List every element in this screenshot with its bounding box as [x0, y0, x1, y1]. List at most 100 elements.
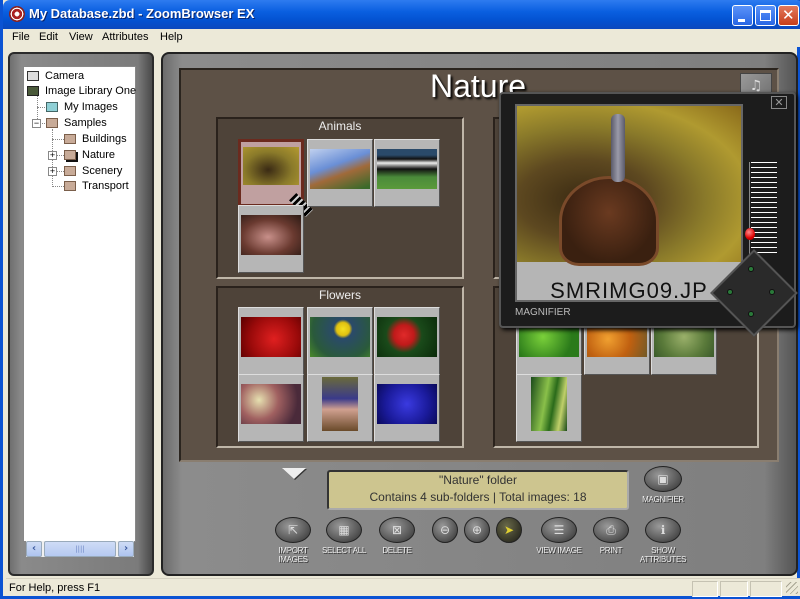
expand-expander[interactable]: +: [48, 167, 57, 176]
tree-item-scenery[interactable]: + Scenery: [48, 164, 128, 179]
thumbnail-mixed-flowers[interactable]: [238, 374, 304, 442]
zoom-in-button[interactable]: ⊕: [464, 517, 490, 543]
thumbnail-image: [241, 215, 301, 255]
camera-icon: [27, 71, 39, 81]
tree-item-nature[interactable]: + Nature: [48, 148, 128, 163]
magnifier-filename: SMRIMG09.JP: [550, 278, 708, 302]
thumbnail-pigs[interactable]: [238, 205, 304, 273]
nav-left-button[interactable]: [727, 289, 733, 295]
turtle-shell: [559, 176, 659, 266]
minimize-icon: [738, 19, 745, 22]
zoom-out-icon: ⊖: [439, 523, 451, 537]
select-all-button[interactable]: ▦: [326, 517, 362, 543]
magnifier-button[interactable]: ▣: [644, 466, 682, 492]
folder-info-display: "Nature" folder Contains 4 sub-folders |…: [327, 470, 629, 510]
thumbnail-image: [310, 149, 370, 189]
tree-item-label: Buildings: [82, 133, 127, 145]
view-image-icon: ☰: [553, 523, 565, 537]
thumbnail-red-flower[interactable]: [374, 307, 440, 375]
show-attributes-button[interactable]: ℹ: [645, 517, 681, 543]
app-window: My Database.zbd - ZoomBrowser EX ✕ File …: [0, 0, 800, 599]
window-title: My Database.zbd - ZoomBrowser EX: [29, 6, 255, 21]
thumbnail-cow[interactable]: [374, 139, 440, 207]
title-bar[interactable]: My Database.zbd - ZoomBrowser EX ✕: [3, 0, 800, 29]
collapse-expander[interactable]: −: [32, 119, 41, 128]
nav-right-button[interactable]: [769, 289, 775, 295]
select-all-label: SELECT ALL: [322, 546, 366, 555]
zoom-slider[interactable]: [751, 162, 777, 254]
zoom-slider-track: [749, 162, 750, 254]
collapse-arrow-icon[interactable]: [282, 468, 306, 479]
folder-icon: [64, 166, 76, 176]
info-folder-summary: Contains 4 sub-folders | Total images: 1…: [369, 490, 587, 504]
pointer-icon: ➤: [503, 523, 515, 537]
zoom-in-icon: ⊕: [471, 523, 483, 537]
delete-button[interactable]: ⊠: [379, 517, 415, 543]
status-bar: For Help, press F1: [6, 578, 800, 597]
maximize-icon: [760, 10, 771, 21]
print-button[interactable]: ⎙: [593, 517, 629, 543]
folder-icon: [46, 102, 58, 112]
select-all-icon: ▦: [338, 523, 350, 537]
magnifier-close-button[interactable]: ✕: [771, 96, 787, 109]
thumbnail-yellow-flower[interactable]: [307, 307, 373, 375]
nav-up-button[interactable]: [748, 266, 754, 272]
import-images-label: IMPORT IMAGES: [271, 546, 315, 564]
info-icon: ℹ: [660, 523, 666, 537]
scroll-right-button[interactable]: ›: [118, 541, 134, 557]
menu-edit[interactable]: Edit: [39, 31, 58, 43]
tree-line: [52, 139, 64, 140]
status-pane: [750, 581, 782, 597]
thumbnail-image: [243, 147, 299, 185]
expand-expander[interactable]: +: [48, 151, 57, 160]
thumbnail-red-rose[interactable]: [238, 307, 304, 375]
view-image-button[interactable]: ☰: [541, 517, 577, 543]
library-icon: [27, 86, 39, 96]
thumbnail-image: [377, 149, 437, 189]
thumbnail-image: [377, 317, 437, 357]
magnified-image: [517, 106, 741, 266]
tree-horizontal-scrollbar[interactable]: ‹ |||| ›: [26, 541, 134, 557]
label-line: IMPORT: [278, 546, 308, 555]
menu-help[interactable]: Help: [160, 31, 183, 43]
minimize-button[interactable]: [732, 5, 753, 26]
resize-grip[interactable]: [786, 582, 798, 594]
thumbnail-bouquet[interactable]: [307, 374, 373, 442]
pointer-tool-button[interactable]: ➤: [496, 517, 522, 543]
close-button[interactable]: ✕: [778, 5, 799, 26]
magnifier-label: MAGNIFIER: [515, 307, 571, 318]
status-pane: [692, 581, 718, 597]
group-label: Flowers: [318, 288, 361, 302]
turtle-neck: [611, 114, 625, 182]
scroll-thumb[interactable]: ||||: [44, 541, 116, 557]
tree-item-samples[interactable]: − Samples: [32, 116, 132, 131]
status-text: For Help, press F1: [9, 582, 101, 594]
status-pane: [720, 581, 748, 597]
info-folder-name: "Nature" folder: [439, 473, 517, 487]
scroll-left-button[interactable]: ‹: [26, 541, 42, 557]
app-logo-icon: [9, 6, 25, 22]
zoom-out-button[interactable]: ⊖: [432, 517, 458, 543]
magnifier-button-label: MAGNIFIER: [642, 495, 684, 504]
label-line: ATTRIBUTES: [639, 555, 687, 564]
tree-item-label: Scenery: [82, 165, 123, 177]
menu-view[interactable]: View: [69, 31, 93, 43]
delete-label: DELETE: [382, 546, 412, 555]
thumbnail-image: [310, 317, 370, 357]
folder-icon: [46, 118, 58, 128]
delete-icon: ⊠: [391, 523, 403, 537]
maximize-button[interactable]: [755, 5, 776, 26]
menu-attributes[interactable]: Attributes: [102, 31, 148, 43]
thumbnail-image: [241, 384, 301, 424]
import-icon: ⇱: [287, 523, 299, 537]
thumbnail-blue-flowers[interactable]: [374, 374, 440, 442]
tree-item-label: Image Library One: [45, 85, 137, 97]
label-line: SHOW: [651, 546, 675, 555]
magnifier-view: SMRIMG09.JP: [515, 104, 743, 302]
thumbnail-giraffe[interactable]: [307, 139, 373, 207]
thumbnail-image: [322, 377, 358, 431]
menu-file[interactable]: File: [12, 31, 30, 43]
import-images-button[interactable]: ⇱: [275, 517, 311, 543]
thumbnail-green-plant[interactable]: [516, 374, 582, 442]
nav-down-button[interactable]: [748, 311, 754, 317]
